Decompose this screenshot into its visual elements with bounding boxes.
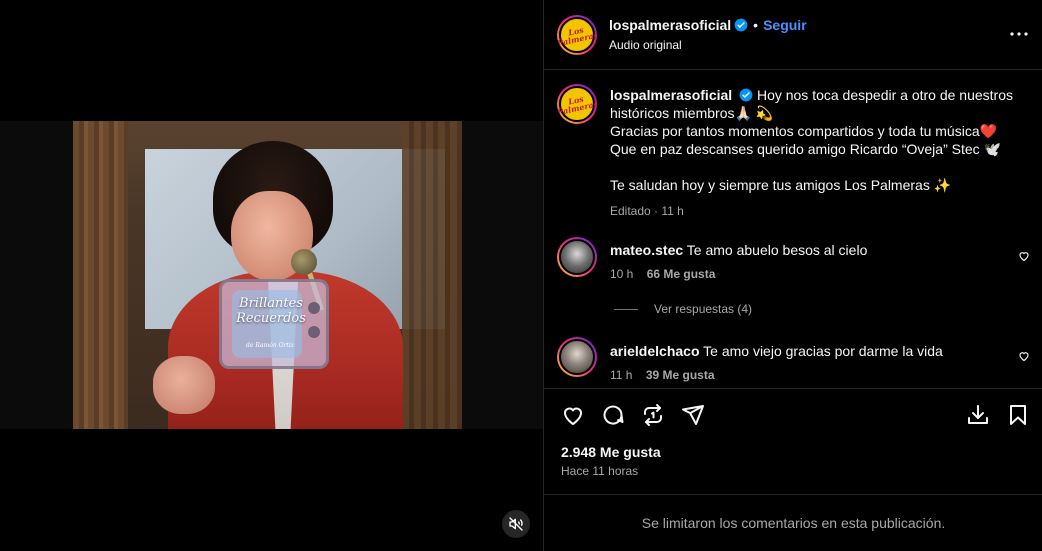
author-avatar[interactable]: Los Palmeras — [557, 15, 597, 55]
comment-item: mateo.stec Te amo abuelo besos al cielo … — [610, 241, 1010, 283]
comment-text: Te amo viejo gracias por darme la vida — [703, 343, 943, 359]
caption-avatar[interactable]: Los Palmeras — [557, 84, 597, 124]
likes-count[interactable]: 2.948 Me gusta — [561, 444, 661, 460]
audio-label[interactable]: Audio original — [609, 38, 682, 52]
comments-limited-text: Se limitaron los comentarios en esta pub… — [641, 515, 946, 531]
watermark-title: Brillantes Recuerdos — [236, 296, 306, 326]
repost-button[interactable] — [640, 402, 666, 428]
commenter-avatar-image — [559, 239, 595, 275]
watermark-logo: Brillantes Recuerdos de Ramón Ortiz — [219, 279, 329, 369]
comment-like-button[interactable] — [1018, 249, 1030, 267]
comment-time: 10 h — [610, 267, 634, 281]
download-button[interactable] — [965, 402, 991, 428]
person-hand — [153, 356, 215, 414]
comment-line: arieldelchaco Te amo viejo gracias por d… — [610, 342, 1010, 360]
commenter-avatar-image — [559, 339, 595, 375]
comment-like-button[interactable] — [1018, 349, 1030, 367]
post-sidebar: Los Palmeras lospalmerasoficial • Seguir… — [543, 0, 1042, 551]
comment-time: 11 h — [610, 368, 633, 382]
verified-badge-icon — [734, 18, 748, 32]
comments-limited-notice: Se limitaron los comentarios en esta pub… — [544, 494, 1042, 551]
caption-edited-time: Editado · 11 h — [610, 204, 684, 218]
caption-spacer — [610, 158, 1020, 176]
share-button[interactable] — [680, 402, 706, 428]
separator-dot: • — [753, 17, 759, 33]
comment-meta: 11 h 39 Me gusta — [610, 366, 1010, 384]
background-wood — [73, 121, 128, 429]
tv-knob — [308, 302, 320, 314]
post-caption: lospalmerasoficial Hoy nos toca despedir… — [610, 86, 1020, 220]
comment-item: arieldelchaco Te amo viejo gracias por d… — [610, 342, 1010, 384]
caption-text-4: Te saludan hoy y siempre tus amigos Los … — [610, 177, 952, 193]
tv-knob — [308, 326, 320, 338]
send-icon — [682, 405, 704, 425]
comment-username[interactable]: mateo.stec — [610, 242, 683, 258]
mute-button[interactable] — [502, 510, 530, 538]
verified-badge-icon — [739, 88, 753, 102]
post-header: Los Palmeras lospalmerasoficial • Seguir… — [544, 0, 1042, 70]
more-options-button[interactable] — [1007, 22, 1031, 51]
comment-text: Te amo abuelo besos al cielo — [686, 242, 868, 258]
caption-avatar-logo: Los Palmeras — [557, 86, 597, 122]
background-wood-right — [402, 121, 462, 429]
download-icon — [968, 405, 988, 424]
logo-text: Los Palmeras — [557, 24, 597, 49]
microphone — [291, 249, 317, 275]
comment-meta: 10 h 66 Me gusta — [610, 265, 1010, 283]
bookmark-icon — [1010, 405, 1026, 425]
caption-text-2: Gracias por tantos momentos compartidos … — [610, 123, 998, 139]
save-button[interactable] — [1005, 402, 1031, 428]
commenter-avatar[interactable] — [557, 337, 597, 377]
commenter-avatar[interactable] — [557, 237, 597, 277]
heart-icon — [563, 407, 583, 426]
author-avatar-logo: Los Palmeras — [557, 17, 597, 53]
like-button[interactable] — [560, 402, 586, 428]
video-frame[interactable]: Brillantes Recuerdos de Ramón Ortiz — [73, 121, 462, 429]
view-replies-label: Ver respuestas (4) — [654, 302, 753, 316]
post-time[interactable]: Hace 11 horas — [561, 464, 638, 478]
replies-line — [614, 308, 638, 310]
caption-line: lospalmerasoficial Hoy nos toca despedir… — [610, 86, 1020, 122]
comment-likes[interactable]: 66 Me gusta — [647, 267, 716, 281]
action-bar — [544, 388, 1042, 440]
heart-icon — [1019, 252, 1029, 262]
author-line: lospalmerasoficial • Seguir — [609, 17, 807, 33]
view-replies-button[interactable]: Ver respuestas (4) — [614, 302, 752, 316]
media-area: Brillantes Recuerdos de Ramón Ortiz — [0, 0, 543, 551]
caption-text-3: Que en paz descanses querido amigo Ricar… — [610, 141, 1001, 157]
comment-likes[interactable]: 39 Me gusta — [646, 368, 715, 382]
video-player[interactable]: Brillantes Recuerdos de Ramón Ortiz — [0, 121, 543, 538]
comment-icon — [603, 405, 624, 425]
watermark-subtitle: de Ramón Ortiz — [246, 342, 294, 349]
repost-icon — [644, 404, 662, 426]
follow-button[interactable]: Seguir — [763, 17, 807, 33]
speaker-muted-icon — [509, 517, 523, 531]
author-username[interactable]: lospalmerasoficial — [609, 17, 731, 33]
comment-username[interactable]: arieldelchaco — [610, 343, 700, 359]
more-horizontal-icon — [1010, 32, 1028, 36]
comment-line: mateo.stec Te amo abuelo besos al cielo — [610, 241, 1010, 259]
comment-button[interactable] — [600, 402, 626, 428]
logo-text: Los Palmeras — [557, 93, 597, 118]
heart-icon — [1019, 352, 1029, 362]
caption-username[interactable]: lospalmerasoficial — [610, 87, 732, 103]
